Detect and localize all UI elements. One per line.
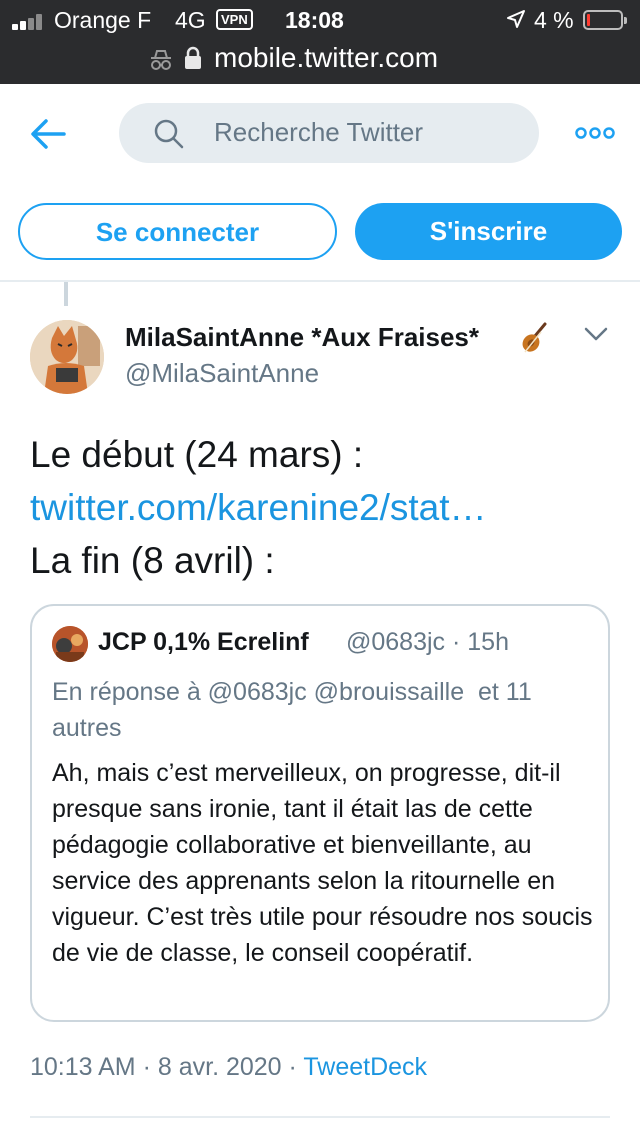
quoted-tweet-text: Ah, mais c’est merveilleux, on progresse…	[52, 759, 593, 967]
more-options-icon[interactable]	[575, 126, 615, 140]
quoted-author-name: JCP 0,1% Ecrelinf	[98, 628, 309, 656]
tweet-link[interactable]: twitter.com/karenine2/stat…	[30, 481, 620, 534]
carrier-name: Orange F	[54, 7, 152, 33]
back-arrow-icon[interactable]	[28, 116, 68, 152]
lock-icon	[185, 46, 201, 69]
tweet-text-line: Le début (24 mars) :	[30, 434, 364, 475]
quoted-author-handle: @0683jc · 15h	[346, 628, 509, 656]
search-placeholder: Recherche Twitter	[214, 117, 424, 147]
signal-strength-icon	[12, 12, 46, 30]
chevron-down-icon[interactable]	[583, 326, 609, 344]
battery-icon	[583, 10, 627, 30]
status-time: 18:08	[285, 7, 344, 33]
tweet-meta: 10:13 AM · 8 avr. 2020 · TweetDeck	[30, 1053, 427, 1082]
reply-mentions: @0683jc @brouissaille	[207, 678, 465, 706]
network-type: 4G	[175, 7, 206, 33]
divider	[30, 1116, 610, 1118]
tweet-time: 10:13 AM	[30, 1053, 136, 1081]
signup-button[interactable]: S'inscrire	[355, 203, 622, 260]
meta-separator: ·	[142, 1053, 151, 1081]
reply-context: En réponse à @0683jc @brouissaille et 11…	[52, 674, 592, 746]
thread-connector	[64, 282, 68, 306]
violin-emoji-icon	[522, 322, 547, 353]
tweet-text: Le début (24 mars) : twitter.com/karenin…	[30, 428, 620, 587]
tweet-source-link[interactable]: TweetDeck	[303, 1053, 427, 1081]
tweet-text-line: La fin (8 avril) :	[30, 540, 275, 581]
quoted-avatar	[52, 626, 88, 662]
vpn-badge: VPN	[216, 9, 253, 30]
incognito-icon	[151, 50, 171, 70]
search-icon	[154, 119, 184, 149]
avatar[interactable]	[30, 320, 104, 394]
quoted-tweet-card[interactable]: JCP 0,1% Ecrelinf @0683jc · 15h En répon…	[30, 604, 610, 1022]
status-bar: Orange F 4G VPN 18:08 4 %	[0, 0, 640, 40]
divider	[0, 280, 640, 282]
browser-chrome: Orange F 4G VPN 18:08 4 % mobile.twitter…	[0, 0, 640, 84]
url-text[interactable]: mobile.twitter.com	[214, 40, 438, 76]
battery-percent: 4 %	[534, 7, 574, 33]
address-bar[interactable]: mobile.twitter.com	[0, 40, 640, 80]
meta-separator: ·	[288, 1053, 297, 1081]
login-button[interactable]: Se connecter	[18, 203, 337, 260]
tweet-author-name[interactable]: MilaSaintAnne *Aux Fraises*	[125, 322, 479, 353]
search-input[interactable]: Recherche Twitter	[119, 103, 539, 163]
reply-prefix: En réponse à	[52, 678, 201, 706]
tweet-date: 8 avr. 2020	[157, 1053, 282, 1081]
location-arrow-icon	[507, 10, 525, 28]
tweet-author-handle[interactable]: @MilaSaintAnne	[125, 358, 319, 389]
